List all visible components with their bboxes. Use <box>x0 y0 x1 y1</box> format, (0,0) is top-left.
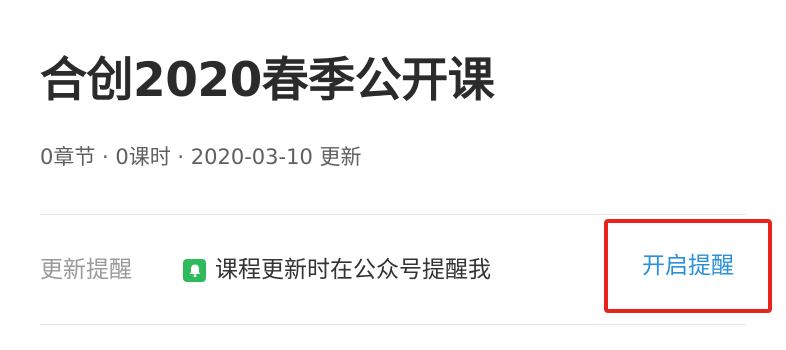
divider-bottom <box>40 324 746 325</box>
divider-top <box>40 214 746 215</box>
reminder-description-text: 课程更新时在公众号提醒我 <box>215 257 491 283</box>
bell-icon <box>183 258 206 282</box>
enable-reminder-button[interactable]: 开启提醒 <box>604 219 772 313</box>
course-title: 合创2020春季公开课 <box>40 53 495 108</box>
enable-reminder-label[interactable]: 开启提醒 <box>642 248 734 284</box>
reminder-description: 课程更新时在公众号提醒我 <box>183 252 491 288</box>
course-meta: 0章节 · 0课时 · 2020-03-10 更新 <box>40 145 362 169</box>
reminder-label: 更新提醒 <box>40 257 132 283</box>
